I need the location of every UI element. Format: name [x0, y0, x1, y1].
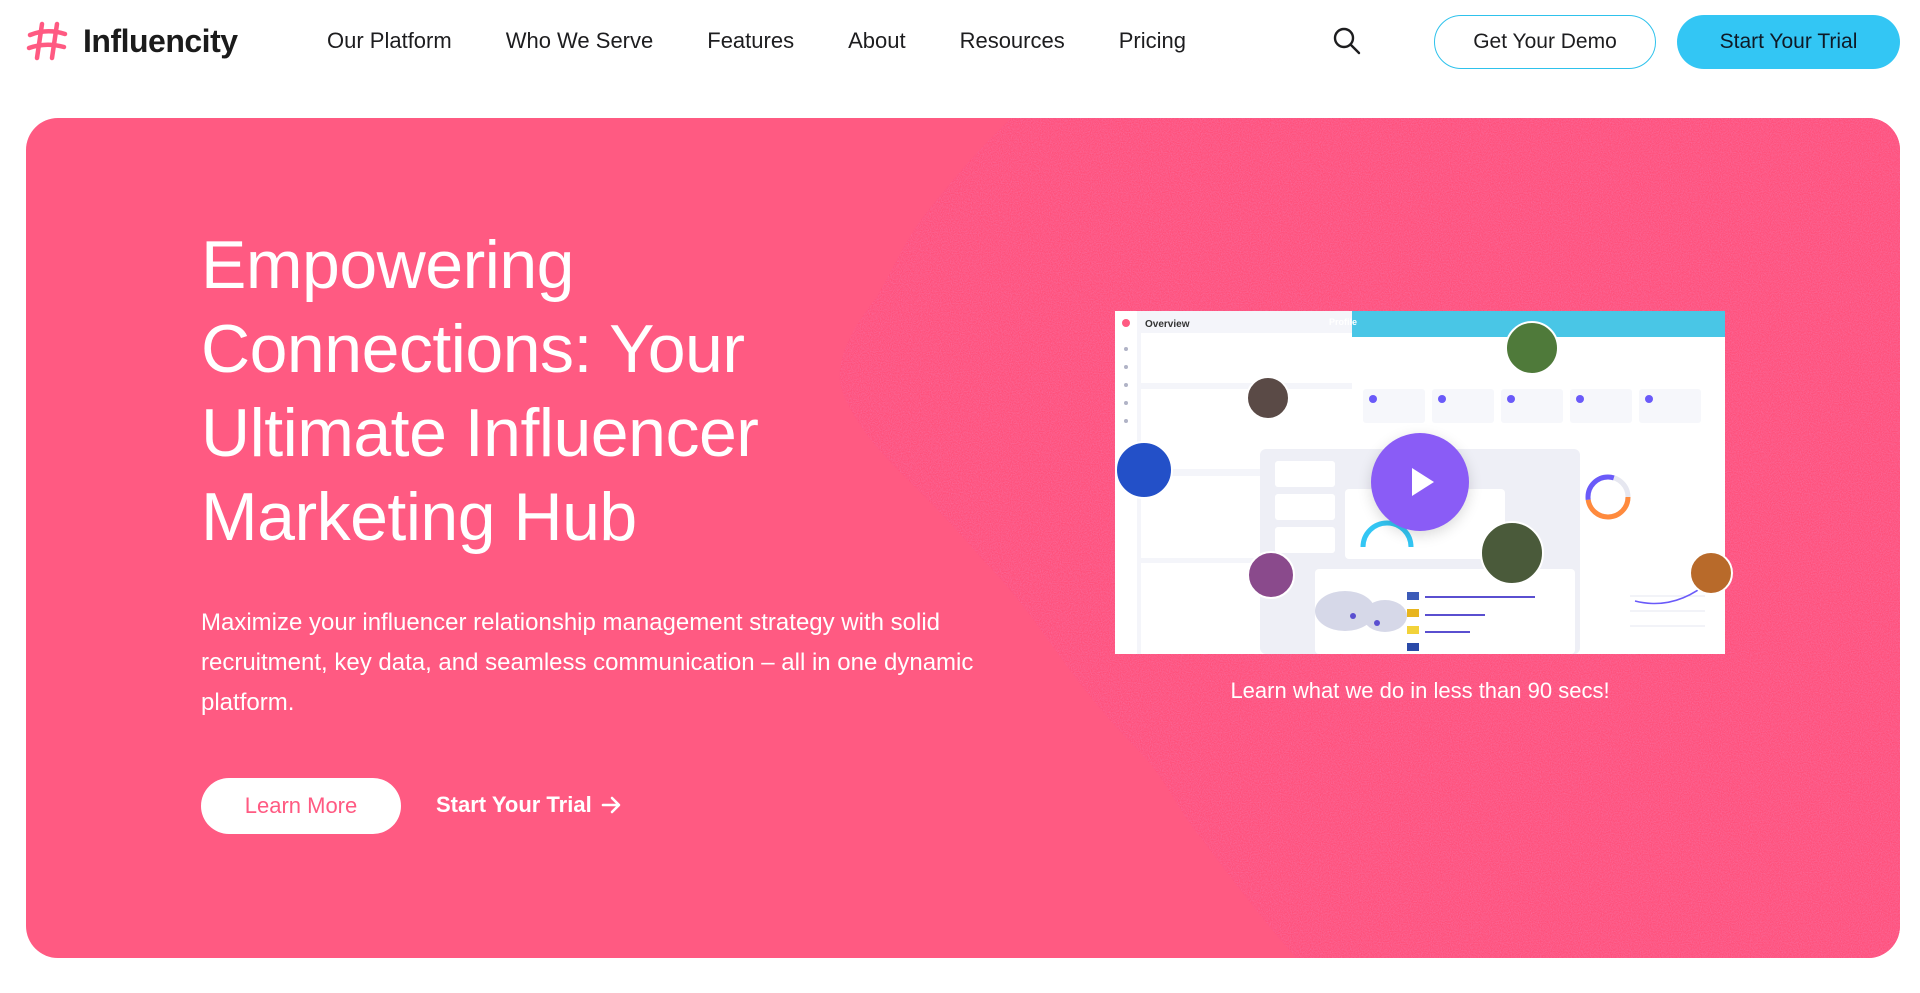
- start-trial-link[interactable]: Start Your Trial: [436, 792, 622, 818]
- start-trial-button[interactable]: Start Your Trial: [1677, 15, 1900, 69]
- avatar: [1247, 551, 1295, 599]
- hero-title: Empowering Connections: Your Ultimate In…: [201, 227, 759, 555]
- start-trial-link-label: Start Your Trial: [436, 792, 592, 817]
- avatar: [1480, 521, 1544, 585]
- play-icon: [1412, 468, 1434, 496]
- play-button[interactable]: [1371, 433, 1469, 531]
- search-icon[interactable]: [1332, 26, 1362, 56]
- avatar: [1246, 376, 1290, 420]
- get-demo-button[interactable]: Get Your Demo: [1434, 15, 1656, 69]
- menu-item-who-we-serve[interactable]: Who We Serve: [506, 28, 654, 54]
- menu-item-pricing[interactable]: Pricing: [1119, 28, 1186, 54]
- profile-label: Profile: [1329, 317, 1358, 327]
- menu-item-about[interactable]: About: [848, 28, 906, 54]
- brand-logo[interactable]: Influencity: [25, 18, 238, 64]
- learn-more-button[interactable]: Learn More: [201, 778, 401, 834]
- menu-item-our-platform[interactable]: Our Platform: [327, 28, 452, 54]
- hero-subtitle: Maximize your influencer relationship ma…: [201, 609, 974, 716]
- arrow-right-icon: [601, 796, 620, 814]
- video-caption: Learn what we do in less than 90 secs!: [1230, 678, 1610, 703]
- top-navigation: Influencity Our Platform Who We Serve Fe…: [0, 0, 1920, 86]
- avatar: [1689, 551, 1733, 595]
- overview-label: Overview: [1145, 319, 1190, 330]
- hero-banner: Empowering Connections: Your Ultimate In…: [26, 118, 1900, 958]
- brand-name: Influencity: [83, 22, 238, 59]
- hash-logo-icon: [26, 21, 68, 61]
- avatar: [1115, 441, 1173, 499]
- menu-item-features[interactable]: Features: [707, 28, 794, 54]
- video-thumbnail[interactable]: Overview Profile: [1115, 311, 1733, 654]
- menu-item-resources[interactable]: Resources: [960, 28, 1065, 54]
- main-menu: Our Platform Who We Serve Features About…: [327, 28, 1240, 54]
- avatar: [1505, 321, 1559, 375]
